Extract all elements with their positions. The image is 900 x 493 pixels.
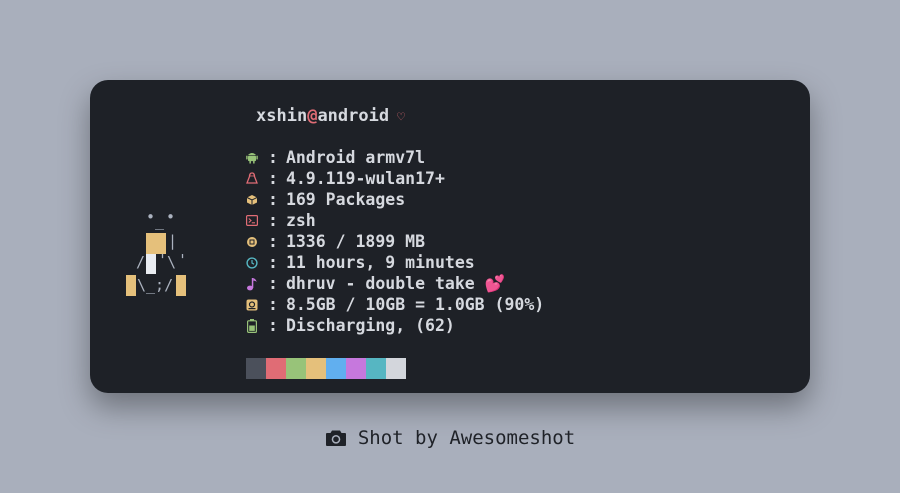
info-row-battery: : Discharging, (62) — [244, 315, 544, 336]
terminal-shell-icon — [245, 214, 259, 228]
color-palette — [246, 358, 406, 379]
tux-body-mark: ' — [158, 251, 168, 269]
info-value-memory: 1336 / 1899 MB — [285, 232, 426, 251]
info-row-uptime: : 11 hours, 9 minutes — [244, 252, 544, 273]
tux-foot-left — [126, 275, 136, 296]
system-info-list: : Android armv7l : 4.9.119-wulan17+ : 16… — [244, 147, 544, 336]
info-separator: : — [268, 274, 278, 293]
info-row-storage: : 8.5GB / 10GB = 1.0GB (90%) — [244, 294, 544, 315]
info-separator: : — [268, 232, 278, 251]
package-box-icon — [245, 193, 259, 207]
tux-eye-left: • — [146, 208, 156, 226]
tux-foot-right — [176, 275, 186, 296]
user-host-line: xshin@android ♡ — [256, 106, 405, 126]
memory-chip-icon — [245, 235, 259, 249]
info-separator: : — [268, 253, 278, 272]
palette-swatch-red — [266, 358, 286, 379]
info-row-os: : Android armv7l — [244, 147, 544, 168]
tux-leg-left: \_;/ — [137, 276, 174, 294]
info-value-storage: 8.5GB / 10GB = 1.0GB (90%) — [285, 295, 545, 314]
palette-swatch-black — [246, 358, 266, 379]
info-separator: : — [268, 190, 278, 209]
linux-tux-icon — [245, 172, 259, 186]
tux-arm-left: / — [136, 253, 146, 271]
info-row-shell: : zsh — [244, 210, 544, 231]
palette-swatch-magenta — [346, 358, 366, 379]
palette-swatch-cyan — [366, 358, 386, 379]
info-value-battery: Discharging, (62) — [285, 316, 455, 335]
tux-arm-right: \ — [167, 253, 177, 271]
info-value-packages: 169 Packages — [285, 190, 406, 209]
info-separator: : — [268, 148, 278, 167]
palette-swatch-yellow — [306, 358, 326, 379]
tux-beak: _ — [155, 212, 165, 230]
info-separator: : — [268, 295, 278, 314]
battery-icon — [245, 318, 259, 333]
camera-icon — [325, 429, 347, 447]
info-value-uptime: 11 hours, 9 minutes — [285, 253, 475, 272]
tux-belly — [146, 254, 156, 274]
info-value-shell: zsh — [285, 211, 316, 230]
at-sign: @ — [307, 106, 318, 126]
tux-body-line: | — [168, 232, 178, 250]
info-row-memory: : 1336 / 1899 MB — [244, 231, 544, 252]
palette-swatch-blue — [326, 358, 346, 379]
info-separator: : — [268, 211, 278, 230]
terminal-window: • • _ | / ' \ ' \_;/ xshin@android ♡ : An… — [90, 80, 810, 393]
tux-body-mark-2: ' — [178, 251, 188, 269]
clock-icon — [245, 256, 259, 270]
storage-disk-icon — [245, 298, 259, 312]
info-separator: : — [268, 169, 278, 188]
info-row-kernel: : 4.9.119-wulan17+ — [244, 168, 544, 189]
android-icon — [245, 151, 259, 165]
footer-credit: Shot by Awesomeshot — [0, 427, 900, 449]
music-note-icon — [245, 277, 259, 291]
tux-eye-right: • — [166, 208, 176, 226]
footer-text: Shot by Awesomeshot — [357, 427, 576, 449]
info-separator: : — [268, 316, 278, 335]
palette-swatch-green — [286, 358, 306, 379]
heart-icon: ♡ — [397, 110, 405, 125]
info-value-music: dhruv - double take 💕 — [285, 273, 506, 293]
info-value-kernel: 4.9.119-wulan17+ — [285, 169, 445, 188]
info-row-packages: : 169 Packages — [244, 189, 544, 210]
hostname: android — [317, 106, 390, 126]
username: xshin — [256, 106, 308, 126]
info-value-os: Android armv7l — [285, 148, 426, 167]
palette-swatch-white — [386, 358, 406, 379]
info-row-music: : dhruv - double take 💕 — [244, 273, 544, 294]
tux-ascii-logo: • • _ | / ' \ ' \_;/ — [126, 210, 196, 300]
